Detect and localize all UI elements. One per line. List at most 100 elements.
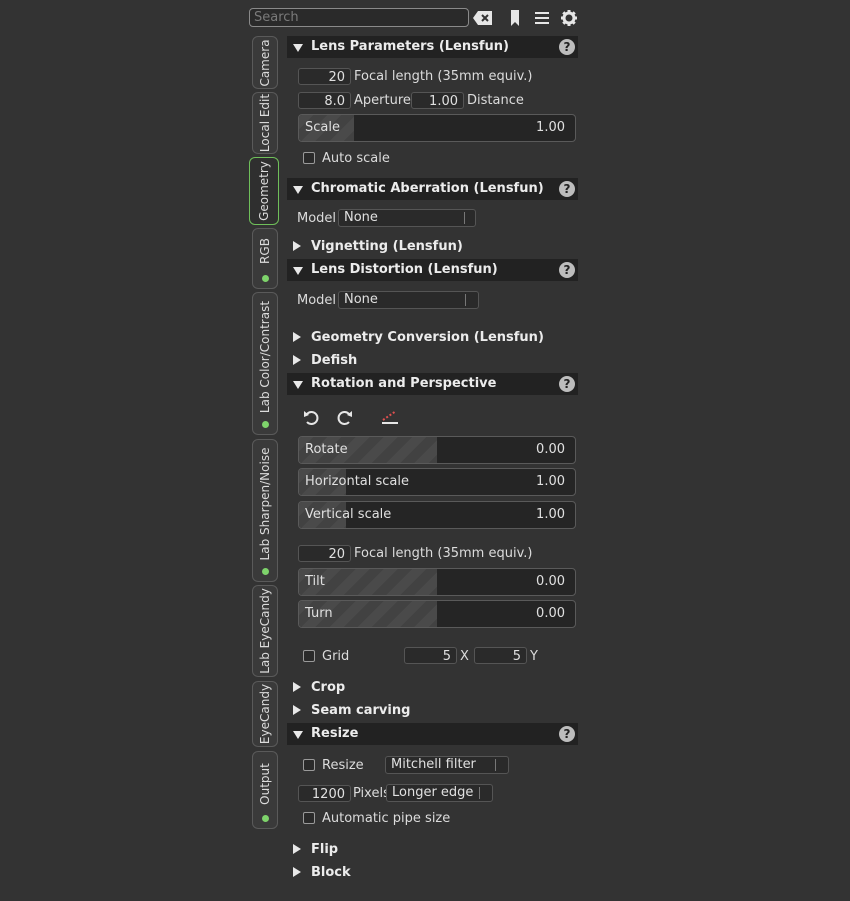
section-title: Lens Distortion (Lensfun) [311,262,498,277]
resize-checkbox[interactable] [303,759,315,771]
automatic-pipe-size-label: Automatic pipe size [322,811,451,826]
aperture-spinbox[interactable]: 8.0 [298,92,351,109]
slider-label: Tilt [305,574,325,589]
section-title: Crop [311,680,346,695]
gear-icon[interactable] [559,8,579,28]
section-rotation-perspective[interactable]: Rotation and Perspective ? [287,373,578,395]
tab-rgb[interactable]: RGB [252,228,278,289]
section-lens-parameters[interactable]: Lens Parameters (Lensfun) ? [287,36,578,58]
help-icon[interactable]: ? [559,39,575,55]
collapse-arrow-icon [293,731,303,739]
tab-label: EyeCandy [258,683,272,745]
active-indicator-dot [261,568,269,575]
ca-model-label: Model [297,211,337,226]
turn-slider[interactable]: Turn 0.00 [298,600,576,628]
active-indicator-dot [261,815,269,822]
distance-spinbox[interactable]: 1.00 [411,92,464,109]
grid-checkbox[interactable] [303,650,315,662]
help-icon[interactable]: ? [559,181,575,197]
slider-value: 0.00 [536,606,565,621]
select-value: None [344,292,378,307]
rotate-left-icon[interactable] [302,408,320,426]
tab-camera[interactable]: Camera [252,36,278,89]
horizontal-scale-slider[interactable]: Horizontal scale 1.00 [298,468,576,496]
collapse-arrow-icon [293,44,303,52]
clear-search-icon[interactable] [473,8,493,28]
tab-label: Camera [258,38,272,87]
slider-value: 0.00 [536,574,565,589]
tab-lab-color-contrast[interactable]: Lab Color/Contrast [252,292,278,435]
section-title: Rotation and Perspective [311,376,497,391]
focal-length-label: Focal length (35mm equiv.) [354,69,533,84]
section-flip[interactable]: Flip [287,839,578,861]
distortion-model-select[interactable]: None [338,291,479,309]
slider-value: 1.00 [536,120,565,135]
section-title: Vignetting (Lensfun) [311,239,463,254]
tab-eyecandy[interactable]: EyeCandy [252,681,278,747]
expand-arrow-icon [293,355,301,365]
slider-value: 0.00 [536,442,565,457]
grid-label: Grid [322,649,350,664]
bookmark-icon[interactable] [505,8,525,28]
slider-label: Turn [305,606,333,621]
section-title: Resize [311,726,359,741]
rotate-right-icon[interactable] [336,408,354,426]
automatic-pipe-size-checkbox[interactable] [303,812,315,824]
resize-filter-select[interactable]: Mitchell filter [385,756,509,774]
focal-length-spinbox[interactable]: 20 [298,68,351,85]
tab-geometry[interactable]: Geometry [249,157,279,225]
tab-label: RGB [258,238,272,264]
section-resize[interactable]: Resize ? [287,723,578,745]
tab-label: Local Edit [258,93,272,153]
help-icon[interactable]: ? [559,262,575,278]
grid-x-spinbox[interactable]: 5 [404,647,457,664]
resize-edge-select[interactable]: Longer edge [386,784,493,802]
collapse-arrow-icon [293,267,303,275]
expand-arrow-icon [293,682,301,692]
draw-horizon-icon[interactable] [381,408,399,426]
tab-label: Output [258,763,272,805]
section-block[interactable]: Block [287,862,578,884]
collapse-arrow-icon [293,381,303,389]
pixels-spinbox[interactable]: 1200 [298,785,351,802]
tab-lab-eyecandy[interactable]: Lab EyeCandy [252,585,278,677]
menu-icon[interactable] [532,8,552,28]
scale-slider[interactable]: Scale 1.00 [298,114,576,142]
help-icon[interactable]: ? [559,726,575,742]
slider-label: Rotate [305,442,348,457]
select-value: Mitchell filter [391,757,476,772]
section-crop[interactable]: Crop [287,677,578,699]
expand-arrow-icon [293,705,301,715]
auto-scale-checkbox[interactable] [303,152,315,164]
expand-arrow-icon [293,867,301,877]
distance-label: Distance [467,93,524,108]
vertical-scale-slider[interactable]: Vertical scale 1.00 [298,501,576,529]
perspective-focal-length-spinbox[interactable]: 20 [298,545,351,562]
section-title: Lens Parameters (Lensfun) [311,39,509,54]
ca-model-select[interactable]: None [338,209,476,227]
tilt-slider[interactable]: Tilt 0.00 [298,568,576,596]
slider-label: Vertical scale [305,507,392,522]
tab-output[interactable]: Output [252,751,278,829]
slider-label: Scale [305,120,340,135]
section-title: Chromatic Aberration (Lensfun) [311,181,544,196]
section-seam-carving[interactable]: Seam carving [287,700,578,722]
grid-y-label: Y [530,649,538,664]
grid-x-label: X [460,649,469,664]
rotate-slider[interactable]: Rotate 0.00 [298,436,576,464]
select-value: Longer edge [392,785,474,800]
select-value: None [344,210,378,225]
grid-y-spinbox[interactable]: 5 [474,647,527,664]
tab-local-edit[interactable]: Local Edit [252,92,278,154]
tab-lab-sharpen-noise[interactable]: Lab Sharpen/Noise [252,439,278,582]
section-defish[interactable]: Defish [287,350,578,372]
section-title: Defish [311,353,358,368]
section-chromatic-aberration[interactable]: Chromatic Aberration (Lensfun) ? [287,178,578,200]
expand-arrow-icon [293,844,301,854]
section-lens-distortion[interactable]: Lens Distortion (Lensfun) ? [287,259,578,281]
section-title: Geometry Conversion (Lensfun) [311,330,544,345]
help-icon[interactable]: ? [559,376,575,392]
section-geometry-conversion[interactable]: Geometry Conversion (Lensfun) [287,327,578,349]
section-vignetting[interactable]: Vignetting (Lensfun) [287,236,578,258]
search-input[interactable]: Search [249,8,469,27]
